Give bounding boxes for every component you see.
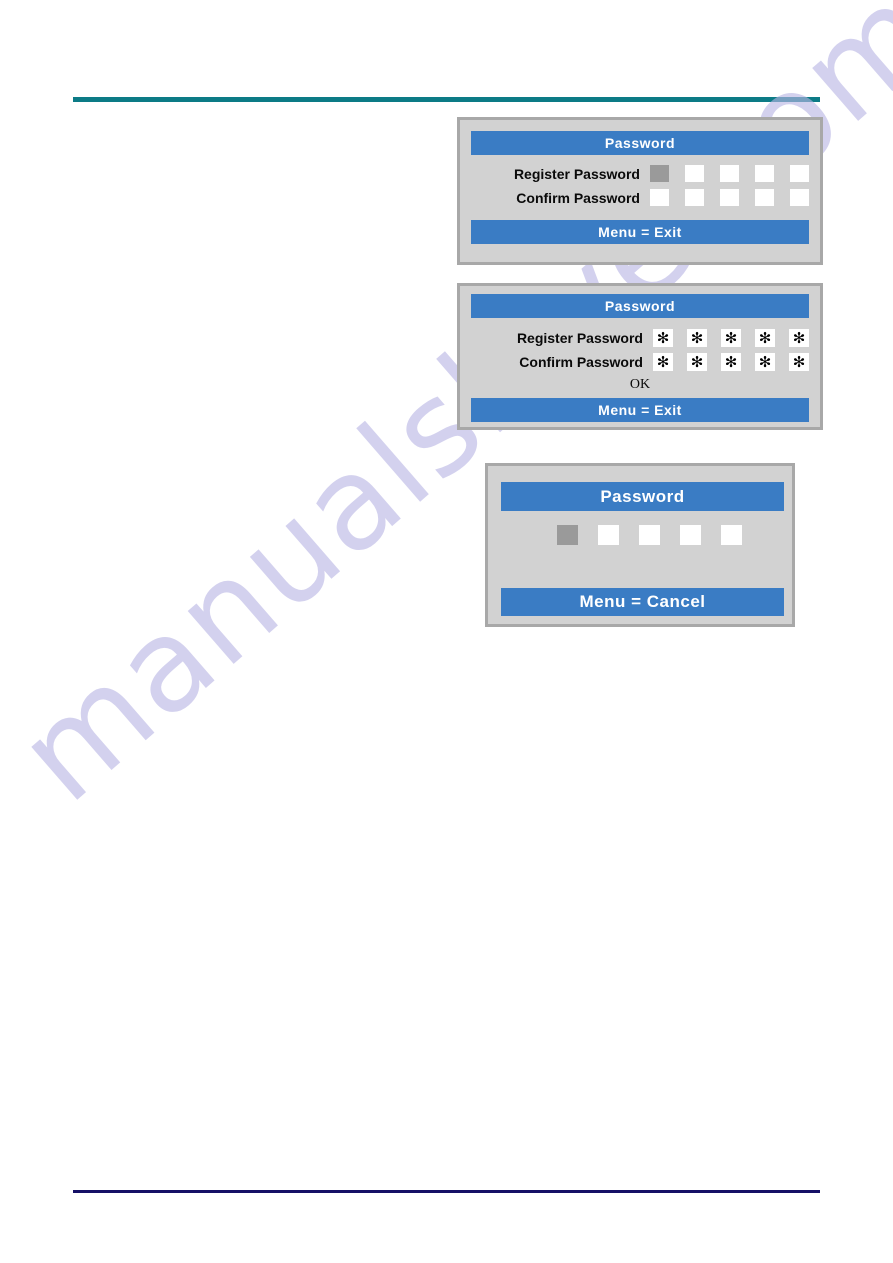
osd-title-bar: Password	[501, 482, 784, 511]
confirm-password-label: Confirm Password	[519, 354, 643, 370]
osd-footer-label: Menu = Exit	[598, 224, 682, 240]
password-box[interactable]	[721, 525, 742, 545]
confirm-password-boxes	[650, 189, 809, 206]
osd-dialog-register-password-empty: Password Register Password Confirm Passw…	[457, 117, 823, 265]
password-box-masked[interactable]: ✻	[755, 353, 775, 371]
osd-body: Password Register Password ✻ ✻ ✻ ✻ ✻ Con…	[460, 286, 820, 427]
register-password-label: Register Password	[513, 165, 640, 182]
osd-title-label: Password	[600, 486, 685, 506]
osd-row-register-password: Register Password ✻ ✻ ✻ ✻ ✻	[471, 329, 809, 347]
osd-title-label: Password	[604, 135, 676, 151]
header-rule	[73, 97, 820, 102]
confirm-password-label: Confirm Password	[516, 189, 640, 206]
osd-row-password-entry	[501, 525, 784, 545]
osd-footer-bar-exit[interactable]: Menu = Exit	[471, 220, 809, 244]
password-box-masked[interactable]: ✻	[789, 329, 809, 347]
osd-title-bar: Password	[471, 131, 809, 155]
osd-body: Password Menu = Cancel	[488, 466, 792, 624]
password-box[interactable]	[720, 165, 739, 182]
register-password-boxes: ✻ ✻ ✻ ✻ ✻	[653, 329, 809, 347]
password-box[interactable]	[685, 189, 704, 206]
password-box[interactable]	[639, 525, 660, 545]
password-box-masked[interactable]: ✻	[721, 353, 741, 371]
password-box[interactable]	[650, 189, 669, 206]
osd-row-register-password: Register Password	[471, 165, 809, 182]
osd-row-confirm-password: Confirm Password ✻ ✻ ✻ ✻ ✻	[471, 353, 809, 371]
password-box[interactable]	[557, 525, 578, 545]
password-box[interactable]	[790, 189, 809, 206]
confirm-password-boxes: ✻ ✻ ✻ ✻ ✻	[653, 353, 809, 371]
password-box-masked[interactable]: ✻	[653, 329, 673, 347]
password-entry-boxes	[557, 525, 742, 545]
osd-dialog-register-password-filled: Password Register Password ✻ ✻ ✻ ✻ ✻ Con…	[457, 283, 823, 430]
password-box[interactable]	[755, 165, 774, 182]
osd-title-label: Password	[604, 298, 676, 314]
osd-row-confirm-password: Confirm Password	[471, 189, 809, 206]
osd-footer-label: Menu = Cancel	[579, 592, 706, 611]
password-box-masked[interactable]: ✻	[755, 329, 775, 347]
osd-title-bar: Password	[471, 294, 809, 318]
osd-confirm-ok-text: OK	[629, 377, 651, 392]
osd-body: Password Register Password Confirm Passw…	[460, 120, 820, 262]
osd-footer-bar-exit[interactable]: Menu = Exit	[471, 398, 809, 422]
password-box-masked[interactable]: ✻	[789, 353, 809, 371]
password-box[interactable]	[720, 189, 739, 206]
footer-rule	[73, 1190, 820, 1193]
document-page: manualshive.com Password Register Passwo…	[0, 0, 893, 1263]
password-box[interactable]	[680, 525, 701, 545]
osd-dialog-enter-password: Password Menu = Cancel	[485, 463, 795, 627]
password-box[interactable]	[790, 165, 809, 182]
password-box[interactable]	[598, 525, 619, 545]
password-box-masked[interactable]: ✻	[721, 329, 741, 347]
osd-footer-label: Menu = Exit	[598, 402, 682, 418]
password-box[interactable]	[755, 189, 774, 206]
password-box-masked[interactable]: ✻	[687, 329, 707, 347]
register-password-label: Register Password	[516, 330, 643, 346]
register-password-boxes	[650, 165, 809, 182]
password-box-masked[interactable]: ✻	[653, 353, 673, 371]
password-box[interactable]	[650, 165, 669, 182]
password-box[interactable]	[685, 165, 704, 182]
password-box-masked[interactable]: ✻	[687, 353, 707, 371]
osd-footer-bar-cancel[interactable]: Menu = Cancel	[501, 588, 784, 616]
